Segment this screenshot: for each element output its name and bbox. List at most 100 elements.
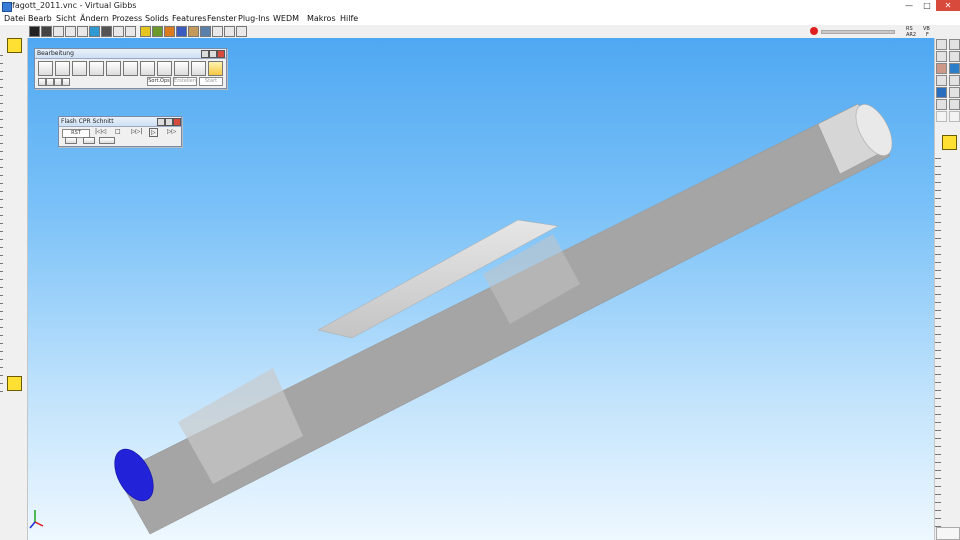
- menu-prozess[interactable]: Prozess: [112, 14, 142, 23]
- face-icon[interactable]: [72, 61, 87, 76]
- thread-icon[interactable]: [123, 61, 138, 76]
- step-forward-button[interactable]: ▷▷|: [131, 128, 142, 135]
- palette-help-button[interactable]: [201, 50, 209, 58]
- start-button[interactable]: Start: [199, 77, 223, 86]
- flash-view-c-icon[interactable]: [99, 137, 115, 144]
- erstellen-button[interactable]: Erstellen: [173, 77, 197, 86]
- flash-cpr-palette: Flash CPR Schnitt RST |◁◁ □ ▷▷| ▷ ▷▷: [58, 116, 182, 147]
- stop-button[interactable]: □: [115, 128, 121, 135]
- right-ruler: [935, 158, 941, 528]
- color-icon[interactable]: [164, 26, 175, 37]
- flash-view-b-icon[interactable]: [83, 137, 95, 144]
- save-icon[interactable]: [53, 26, 64, 37]
- menu-datei[interactable]: Datei: [4, 14, 25, 23]
- cut-icon[interactable]: [77, 26, 88, 37]
- flash-view-a-icon[interactable]: [65, 137, 77, 144]
- view-side-icon[interactable]: [125, 26, 136, 37]
- title-bar: fagott_2011.vnc - Virtual Gibbs — □ ✕: [0, 0, 960, 14]
- panel-disabled2-icon: [949, 111, 960, 122]
- slot-icon[interactable]: [157, 61, 172, 76]
- menu-aendern[interactable]: Ändern: [80, 14, 109, 23]
- panel-solid-icon[interactable]: [936, 87, 947, 98]
- menu-bearb[interactable]: Bearb: [28, 14, 52, 23]
- bearbeitung-title: Bearbeitung: [37, 50, 74, 57]
- play-button[interactable]: ▷: [149, 128, 158, 137]
- flash-header: Flash CPR Schnitt: [59, 117, 181, 127]
- rough-icon[interactable]: [140, 61, 155, 76]
- menu-makros[interactable]: Makros: [307, 14, 336, 23]
- panel-shape-icon[interactable]: [949, 99, 960, 110]
- panel-disabled1-icon: [936, 111, 947, 122]
- right-tool-icon[interactable]: [942, 135, 957, 150]
- engrave-icon[interactable]: [174, 61, 189, 76]
- panel-view-icon[interactable]: [949, 63, 960, 74]
- menu-wedm[interactable]: WEDM: [273, 14, 299, 23]
- right-tool-panel: [934, 38, 960, 540]
- sort-ops-button[interactable]: Sort.Ops: [147, 77, 171, 86]
- tool-holder-icon[interactable]: [7, 376, 22, 391]
- small-tool-a-icon[interactable]: [38, 78, 46, 86]
- verify-icon[interactable]: [208, 61, 223, 76]
- layer-icon[interactable]: [176, 26, 187, 37]
- view-iso-icon[interactable]: [89, 26, 100, 37]
- pocket-icon[interactable]: [89, 61, 104, 76]
- zoom-icon[interactable]: [212, 26, 223, 37]
- small-tool-c-icon[interactable]: [54, 78, 62, 86]
- drill-pattern-icon[interactable]: [38, 61, 53, 76]
- view-top-icon[interactable]: [101, 26, 112, 37]
- close-button[interactable]: ✕: [936, 0, 960, 11]
- flash-help-button[interactable]: [157, 118, 165, 126]
- status-indicator: [936, 527, 960, 540]
- panel-edit-icon[interactable]: [936, 51, 947, 62]
- panel-doc-icon[interactable]: [949, 39, 960, 50]
- panel-pin-icon[interactable]: [936, 39, 947, 50]
- menu-hilfe[interactable]: Hilfe: [340, 14, 358, 23]
- flash-title: Flash CPR Schnitt: [61, 118, 114, 125]
- tool-selector-icon[interactable]: [7, 38, 22, 53]
- menu-plugins[interactable]: Plug-Ins: [238, 14, 270, 23]
- window-title: fagott_2011.vnc - Virtual Gibbs: [12, 1, 137, 10]
- stop-icon[interactable]: [810, 27, 818, 35]
- main-toolbar: RS VB AR2 F: [0, 25, 960, 39]
- print-preview-icon[interactable]: [224, 26, 235, 37]
- menu-fenster[interactable]: Fenster: [207, 14, 237, 23]
- view-front-icon[interactable]: [113, 26, 124, 37]
- render-icon[interactable]: [152, 26, 163, 37]
- panel-list-icon[interactable]: [936, 75, 947, 86]
- panel-cut-icon[interactable]: [936, 63, 947, 74]
- small-tool-b-icon[interactable]: [46, 78, 54, 86]
- contour-icon[interactable]: [55, 61, 70, 76]
- lathe-icon[interactable]: [106, 61, 121, 76]
- panel-copy-icon[interactable]: [949, 75, 960, 86]
- surface-icon[interactable]: [191, 61, 206, 76]
- open-icon[interactable]: [41, 26, 52, 37]
- palette-close-button[interactable]: [217, 50, 225, 58]
- light-icon[interactable]: [200, 26, 211, 37]
- small-tool-d-icon[interactable]: [62, 78, 70, 86]
- menu-features[interactable]: Features: [172, 14, 206, 23]
- new-icon[interactable]: [29, 26, 40, 37]
- flash-close-button[interactable]: [173, 118, 181, 126]
- app-icon: [2, 2, 12, 12]
- bearbeitung-palette: Bearbeitung Sort.Ops Erstellen Start: [34, 48, 227, 89]
- menu-sicht[interactable]: Sicht: [56, 14, 76, 23]
- help-icon[interactable]: [236, 26, 247, 37]
- print-icon[interactable]: [65, 26, 76, 37]
- axis-triad-icon: [29, 510, 44, 529]
- left-ruler-panel: [0, 38, 28, 540]
- flash-min-button[interactable]: [165, 118, 173, 126]
- menu-solids[interactable]: Solids: [145, 14, 169, 23]
- maximize-button[interactable]: □: [918, 0, 936, 11]
- palette-min-button[interactable]: [209, 50, 217, 58]
- bearbeitung-header: Bearbeitung: [35, 49, 226, 59]
- material-icon[interactable]: [188, 26, 199, 37]
- panel-grid-icon[interactable]: [949, 87, 960, 98]
- minimize-button[interactable]: —: [900, 0, 918, 11]
- step-back-button[interactable]: |◁◁: [95, 128, 106, 135]
- fast-forward-button[interactable]: ▷▷: [167, 128, 176, 135]
- shade-icon[interactable]: [140, 26, 151, 37]
- panel-arrow-icon[interactable]: [949, 51, 960, 62]
- left-ruler: [0, 55, 10, 395]
- panel-surface-icon[interactable]: [936, 99, 947, 110]
- graphics-viewport[interactable]: Bearbeitung Sort.Ops Erstellen Start Fla…: [28, 38, 934, 540]
